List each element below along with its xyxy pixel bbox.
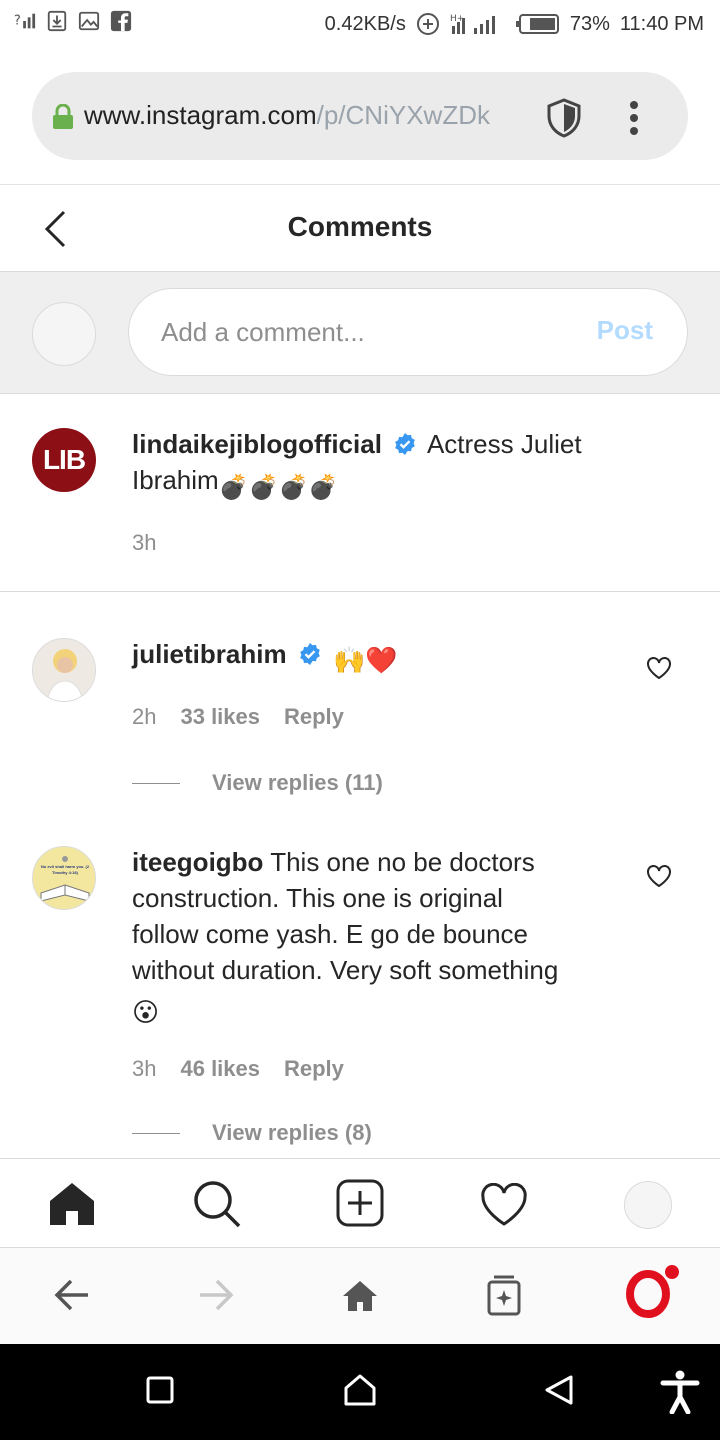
activity-heart-icon[interactable] (480, 1183, 528, 1227)
comment-likes[interactable]: 46 likes (180, 1056, 260, 1082)
comments-header: Comments (0, 184, 720, 272)
data-saver-icon (416, 13, 439, 35)
home-pentagon-icon[interactable] (344, 1374, 376, 1406)
comment-item: No evil shall harm you. (2 Timothy 4:18)… (0, 802, 720, 1158)
post-button[interactable]: Post (597, 315, 653, 346)
profile-photo-icon (33, 639, 95, 701)
browser-back-icon[interactable] (54, 1278, 90, 1312)
comment-text: iteegoigbo This one no be doctors constr… (132, 844, 558, 1030)
home-icon[interactable] (48, 1181, 96, 1227)
browser-forward-icon[interactable] (198, 1278, 234, 1312)
comment-meta: 3h 46 likes Reply (132, 1056, 344, 1082)
back-triangle-icon[interactable] (544, 1374, 574, 1406)
status-bar: ? 0.42KB/s H+ 73% 11:40 PM (0, 0, 720, 48)
lock-icon (53, 104, 73, 129)
comment-username[interactable]: iteegoigbo (132, 847, 263, 877)
comment-field-wrapper: Post (128, 288, 688, 376)
opera-menu-icon[interactable] (626, 1262, 684, 1320)
post-caption: LIB lindaikejiblogofficial Actress Julie… (0, 394, 720, 592)
caption-username[interactable]: lindaikejiblogofficial (132, 429, 382, 459)
avatar[interactable] (32, 638, 96, 702)
address-bar[interactable]: www.instagram.com/p/CNiYXwZDk (32, 72, 688, 160)
more-options-icon[interactable] (628, 100, 640, 136)
comment-input[interactable] (161, 311, 561, 353)
url-host: www.instagram.com (84, 100, 317, 130)
reply-button[interactable]: Reply (284, 704, 344, 730)
browser-home-icon[interactable] (342, 1280, 378, 1312)
page-title: Comments (287, 211, 433, 242)
battery-icon (515, 14, 559, 34)
instagram-bottom-nav (0, 1158, 720, 1248)
bomb-emojis: 💣💣💣💣 (218, 474, 339, 501)
comment-line-2: construction. This one is original (132, 883, 503, 913)
facebook-icon (110, 10, 132, 32)
caption-time: 3h (132, 530, 157, 555)
replies-divider (132, 1132, 180, 1134)
comment-composer: Post (0, 272, 720, 394)
tabs-icon[interactable] (486, 1274, 522, 1316)
comment-time: 3h (132, 1056, 157, 1081)
signal-icon: H+ (450, 14, 495, 34)
like-heart-icon[interactable] (646, 864, 672, 888)
bible-avatar-icon (33, 847, 95, 909)
comment-text: julietibrahim 🙌❤️ (132, 636, 398, 678)
comment-emojis: 🙌❤️ (333, 645, 398, 675)
avatar-caption: No evil shall harm you. (2 Timothy 4:18) (40, 864, 90, 875)
signal-question-icon: ? (14, 13, 36, 29)
url-text[interactable]: www.instagram.com/p/CNiYXwZDk (84, 100, 534, 131)
avatar[interactable]: No evil shall harm you. (2 Timothy 4:18) (32, 846, 96, 910)
comment-time: 2h (132, 704, 157, 729)
view-replies[interactable]: View replies (11) (132, 770, 383, 796)
comment-line-3: follow come yash. E go de bounce (132, 919, 529, 949)
battery-percent: 73% (569, 12, 610, 35)
like-heart-icon[interactable] (646, 656, 672, 680)
comment-line-1: This one no be doctors (270, 847, 535, 877)
comment-line-4: without duration. Very soft something (132, 955, 559, 985)
reply-button[interactable]: Reply (284, 1056, 344, 1082)
accessibility-icon[interactable] (660, 1370, 700, 1414)
caption-line-1: Actress Juliet (426, 429, 582, 459)
replies-divider (132, 782, 180, 784)
system-nav-bar (0, 1344, 720, 1440)
url-path: /p/CNiYXwZDk (316, 100, 490, 130)
network-speed: 0.42KB/s (324, 12, 406, 35)
download-icon (47, 10, 67, 32)
caption-meta: 3h (132, 530, 156, 556)
new-post-icon[interactable] (336, 1179, 384, 1227)
image-icon (78, 11, 100, 31)
browser-bottom-bar (0, 1248, 720, 1344)
comment-likes[interactable]: 33 likes (180, 704, 260, 730)
recents-square-icon[interactable] (146, 1376, 174, 1404)
verified-badge-icon (300, 643, 320, 665)
avatar[interactable]: LIB (32, 428, 96, 492)
comment-username[interactable]: julietibrahim (132, 639, 287, 669)
shield-icon[interactable] (546, 98, 582, 138)
comment-emoji: 😮 (132, 997, 160, 1027)
view-replies-label: View replies (11) (212, 770, 383, 795)
current-user-avatar (32, 302, 96, 366)
svg-text:?: ? (14, 14, 21, 29)
comment-meta: 2h 33 likes Reply (132, 704, 344, 730)
caption-text: lindaikejiblogofficial Actress Juliet Ib… (132, 426, 582, 506)
verified-badge-icon (395, 433, 415, 455)
view-replies-label: View replies (8) (212, 1120, 372, 1145)
caption-line-2: Ibrahim (132, 465, 219, 495)
clock: 11:40 PM (619, 12, 704, 35)
view-replies[interactable]: View replies (8) (132, 1120, 372, 1146)
profile-avatar[interactable] (624, 1181, 672, 1229)
comment-item: julietibrahim 🙌❤️ 2h 33 likes Reply View… (0, 592, 720, 802)
search-icon[interactable] (192, 1179, 242, 1229)
